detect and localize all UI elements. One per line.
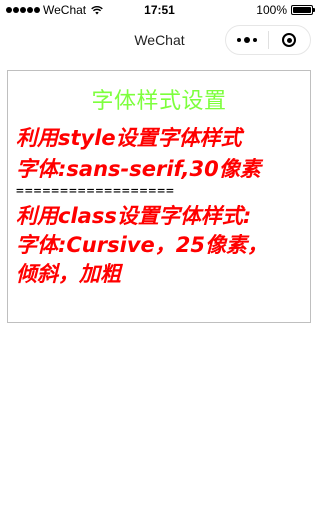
class-line-3: 倾斜，加粗 (16, 262, 121, 286)
content-box: 字体样式设置 利用style设置字体样式 字体:sans-serif,30像素 … (7, 70, 311, 323)
close-button[interactable] (269, 26, 311, 54)
nav-bar: WeChat (0, 20, 319, 58)
class-line-2: 字体:Cursive，25像素， (16, 233, 268, 257)
close-target-icon (282, 33, 297, 47)
style-line-1: 利用style设置字体样式 (16, 126, 242, 150)
style-font-text: 利用style设置字体样式 字体:sans-serif,30像素 (16, 123, 310, 185)
status-right: 100% (256, 3, 315, 17)
class-font-text: 利用class设置字体样式: 字体:Cursive，25像素， 倾斜，加粗 (16, 202, 310, 289)
page-heading: 字体样式设置 (91, 89, 227, 114)
status-bar: WeChat 17:51 100% (0, 0, 319, 20)
class-line-1: 利用class设置字体样式: (16, 204, 252, 228)
battery-percent: 100% (256, 3, 287, 17)
separator-line: ================== (16, 184, 175, 199)
more-button[interactable] (226, 26, 268, 54)
menu-capsule (225, 25, 311, 55)
style-line-2: 字体:sans-serif,30像素 (16, 157, 261, 181)
battery-icon (291, 5, 315, 15)
